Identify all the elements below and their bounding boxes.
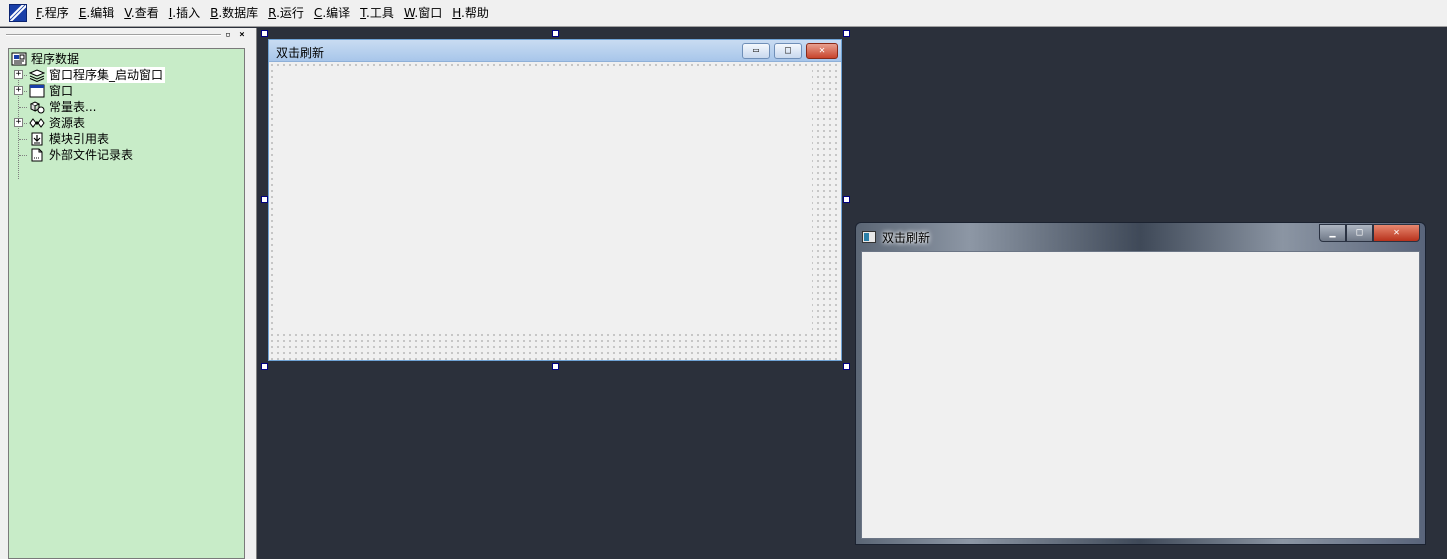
tree-branch xyxy=(19,155,27,156)
resources-icon xyxy=(29,116,45,130)
menu-label: .工具 xyxy=(366,5,394,20)
tree-item-external-files[interactable]: 外部文件记录表 xyxy=(29,147,133,163)
maximize-button[interactable]: □ xyxy=(774,43,802,59)
menu-window[interactable]: W.窗口 xyxy=(399,0,447,27)
expand-toggle[interactable]: + xyxy=(14,70,23,79)
tree-root[interactable]: 程序数据 xyxy=(11,51,79,67)
resize-handle[interactable] xyxy=(261,363,268,370)
program-data-icon xyxy=(11,52,27,66)
program-tree: 程序数据 + 窗口程序集_启动窗口 + 窗口 常量表... + 资源表 模块引用… xyxy=(8,48,245,559)
maximize-button[interactable]: □ xyxy=(1346,224,1373,242)
resize-handle[interactable] xyxy=(843,30,850,37)
window-app-icon xyxy=(862,231,876,243)
panel-grip[interactable] xyxy=(6,34,221,36)
tree-item-label: 窗口程序集_启动窗口 xyxy=(47,67,166,83)
tree-item-module-refs[interactable]: 模块引用表 xyxy=(29,131,109,147)
resize-handle[interactable] xyxy=(552,363,559,370)
panel-header: ▫ × xyxy=(0,28,257,42)
menu-compile[interactable]: C.编译 xyxy=(309,0,355,27)
menu-label: .数据库 xyxy=(218,5,259,20)
menu-mnemonic: R xyxy=(268,5,277,20)
menu-mnemonic: V xyxy=(124,5,131,20)
menu-label: .插入 xyxy=(172,5,201,20)
close-button[interactable]: ✕ xyxy=(1373,224,1420,242)
design-form[interactable]: 双击刷新 ▭ □ ✕ xyxy=(268,39,842,361)
design-canvas[interactable] xyxy=(269,62,841,360)
tree-item-label: 资源表 xyxy=(49,116,86,130)
menu-label: .查看 xyxy=(130,5,159,20)
menu-label: .运行 xyxy=(276,5,304,20)
menu-label: .编译 xyxy=(322,5,351,20)
close-button[interactable]: ✕ xyxy=(806,43,838,59)
tree-item-window[interactable]: 窗口 xyxy=(29,83,73,99)
minimize-button[interactable]: ▁ xyxy=(1319,224,1346,242)
tree-item-label: 常量表... xyxy=(49,100,97,114)
tree-item-label: 外部文件记录表 xyxy=(49,148,134,162)
panel-restore-icon[interactable]: ▫ xyxy=(223,30,233,40)
stack-icon xyxy=(28,68,46,83)
resize-handle[interactable] xyxy=(843,363,850,370)
tree-item-constants[interactable]: 常量表... xyxy=(29,99,96,115)
minimize-button[interactable]: ▭ xyxy=(742,43,770,59)
menu-label: .窗口 xyxy=(414,5,443,20)
tree-root-label: 程序数据 xyxy=(31,52,80,66)
preview-window-title: 双击刷新 xyxy=(882,231,931,245)
preview-client-area[interactable] xyxy=(861,251,1420,539)
resize-handle[interactable] xyxy=(552,30,559,37)
menu-tools[interactable]: T.工具 xyxy=(355,0,399,27)
design-content-area[interactable] xyxy=(277,68,812,332)
menu-insert[interactable]: I.插入 xyxy=(164,0,205,27)
menu-run[interactable]: R.运行 xyxy=(263,0,309,27)
file-icon xyxy=(29,148,45,162)
tree-item-window-assembly[interactable]: 窗口程序集_启动窗口 xyxy=(28,67,166,83)
menu-database[interactable]: B.数据库 xyxy=(205,0,263,27)
tree-branch xyxy=(19,139,27,140)
program-data-panel: ▫ × 程序数据 + 窗口程序集_启动窗口 + 窗口 常量表... + 资源表 … xyxy=(0,28,257,559)
tree-item-label: 窗口 xyxy=(49,84,74,98)
expand-toggle[interactable]: + xyxy=(14,118,23,127)
preview-window: 双击刷新 ▁ □ ✕ xyxy=(855,222,1426,545)
constants-icon xyxy=(29,100,45,114)
resize-handle[interactable] xyxy=(843,196,850,203)
tree-item-resources[interactable]: 资源表 xyxy=(29,115,85,131)
menu-bar: F.程序 E.编辑 V.查看 I.插入 B.数据库 R.运行 C.编译 T.工具… xyxy=(0,0,1447,27)
tree-item-label: 模块引用表 xyxy=(49,132,110,146)
menu-edit[interactable]: E.编辑 xyxy=(74,0,119,27)
preview-title-bar[interactable]: 双击刷新 ▁ □ ✕ xyxy=(856,223,1425,251)
resize-handle[interactable] xyxy=(261,30,268,37)
menu-program[interactable]: F.程序 xyxy=(31,0,74,27)
expand-toggle[interactable]: + xyxy=(14,86,23,95)
design-window-title: 双击刷新 xyxy=(276,46,325,60)
resize-handle[interactable] xyxy=(261,196,268,203)
menu-view[interactable]: V.查看 xyxy=(119,0,164,27)
module-icon xyxy=(29,132,45,146)
tree-branch xyxy=(19,107,27,108)
menu-mnemonic: W xyxy=(403,5,415,20)
panel-close-icon[interactable]: × xyxy=(237,30,247,40)
window-icon xyxy=(29,84,45,98)
design-title-bar[interactable]: 双击刷新 ▭ □ ✕ xyxy=(269,40,841,62)
menu-help[interactable]: H.帮助 xyxy=(447,0,494,27)
menu-mnemonic: H xyxy=(452,5,462,20)
menu-label: .编辑 xyxy=(86,5,115,20)
menu-label: .帮助 xyxy=(461,5,489,20)
menu-label: .程序 xyxy=(40,5,69,20)
app-logo-icon xyxy=(9,4,27,22)
